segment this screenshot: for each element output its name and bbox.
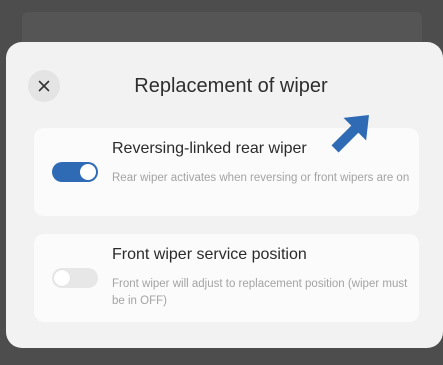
setting-description: Front wiper will adjust to replacement p…	[112, 278, 408, 307]
setting-card-front-wiper: Front wiper service position Front wiper…	[34, 234, 419, 322]
pointer-arrow-icon	[331, 115, 369, 153]
setting-title: Front wiper service position	[112, 246, 307, 263]
toggle-knob	[54, 270, 70, 286]
close-icon	[38, 80, 50, 92]
dialog-title: Replacement of wiper	[134, 75, 328, 97]
close-button[interactable]	[28, 70, 60, 102]
front-wiper-toggle[interactable]	[52, 268, 98, 288]
wiper-replacement-dialog: Replacement of wiper Reversing-linked re…	[6, 42, 443, 348]
toggle-knob	[80, 164, 96, 180]
rear-wiper-toggle[interactable]	[52, 162, 98, 182]
setting-description: Rear wiper activates when reversing or f…	[112, 172, 410, 184]
setting-title: Reversing-linked rear wiper	[112, 140, 307, 157]
